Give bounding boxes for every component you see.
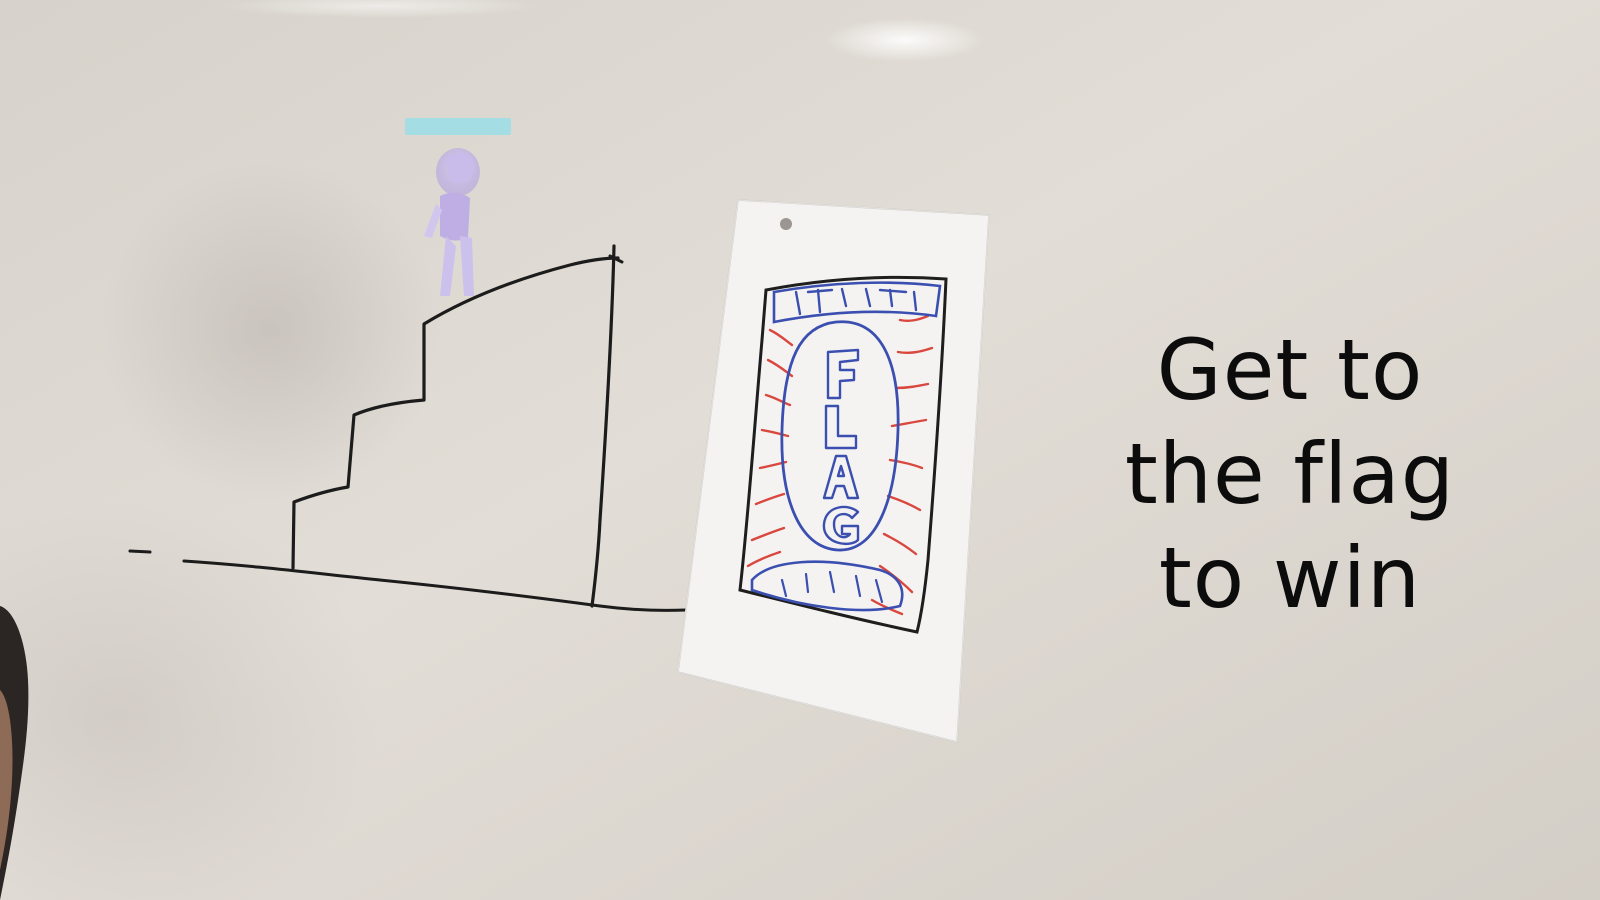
person-shadow [100,160,440,500]
paper-punch-hole [780,218,792,230]
caption-line-2: the flag [1124,425,1456,523]
caption-line-1: Get to [1156,321,1424,419]
light-glare [825,18,985,62]
projected-health-bar [405,118,511,135]
caption-line-3: to win [1158,529,1422,627]
game-instruction-caption: Get to the flag to win [1080,318,1500,630]
